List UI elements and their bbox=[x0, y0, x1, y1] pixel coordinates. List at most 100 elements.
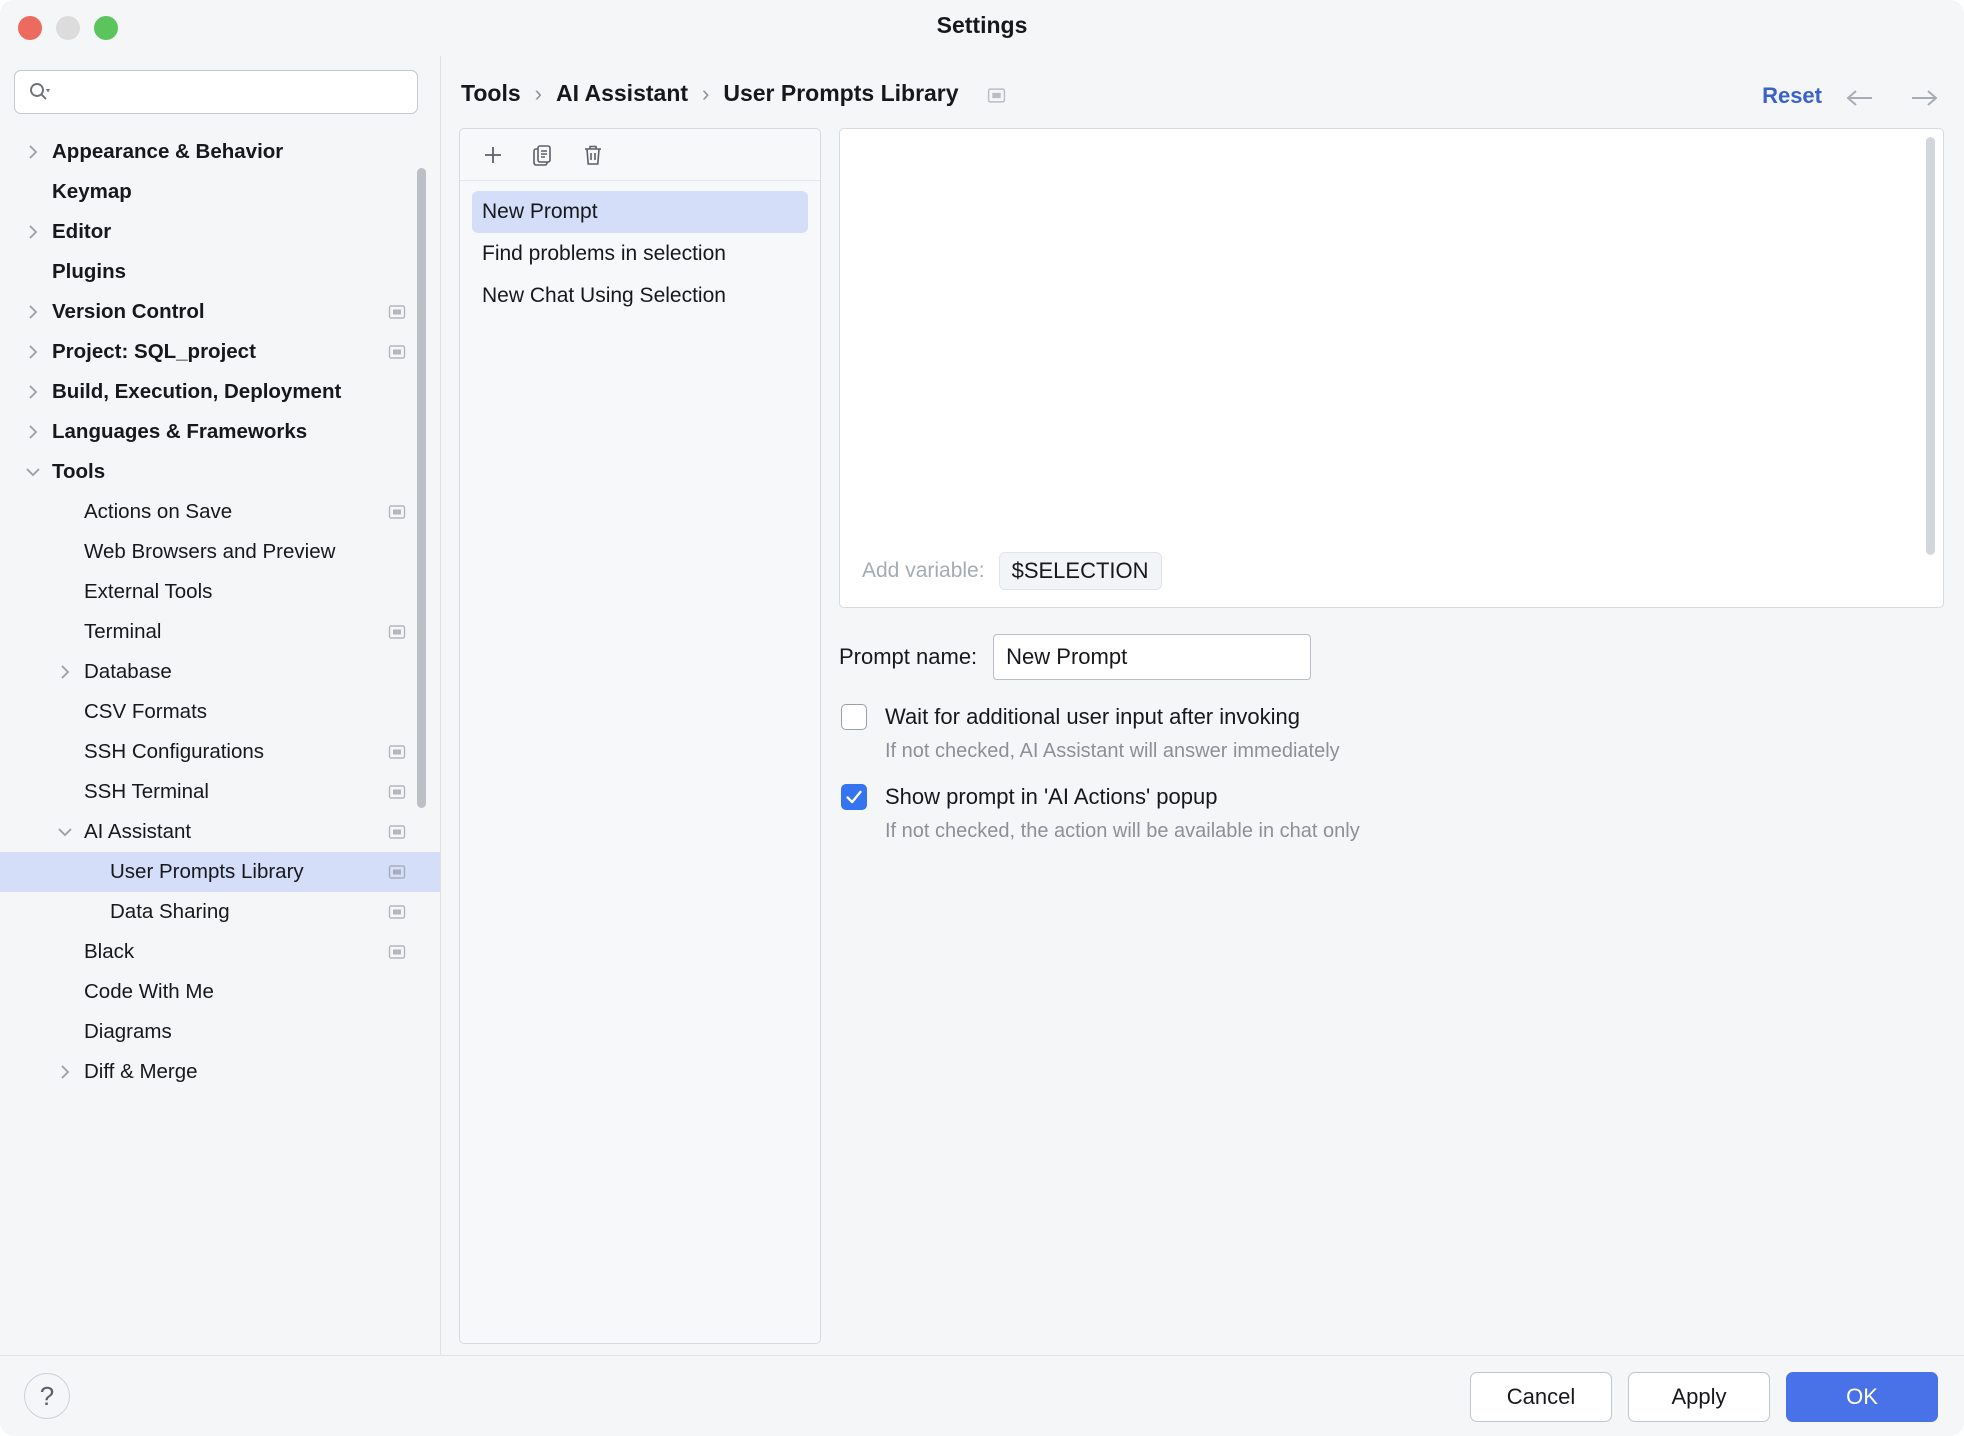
sidebar-item-code-with-me[interactable]: Code With Me bbox=[0, 972, 440, 1012]
chevron-down-icon[interactable] bbox=[54, 821, 76, 843]
wait-for-input-option: Wait for additional user input after inv… bbox=[841, 704, 1340, 763]
sidebar-item-build-execution-deployment[interactable]: Build, Execution, Deployment bbox=[0, 372, 440, 412]
add-prompt-button[interactable] bbox=[478, 140, 508, 170]
chevron-right-icon[interactable] bbox=[22, 421, 44, 443]
sidebar-item-label: Editor bbox=[52, 220, 112, 243]
list-item[interactable]: Find problems in selection bbox=[472, 233, 808, 275]
chevron-right-icon[interactable] bbox=[22, 381, 44, 403]
list-item-label: Find problems in selection bbox=[482, 242, 726, 265]
sidebar-item-web-browsers-and-preview[interactable]: Web Browsers and Preview bbox=[0, 532, 440, 572]
project-scope-icon bbox=[388, 623, 406, 641]
apply-button[interactable]: Apply bbox=[1628, 1372, 1770, 1422]
project-scope-icon bbox=[388, 303, 406, 321]
editor-scrollbar[interactable] bbox=[1926, 137, 1935, 555]
sidebar-item-label: Black bbox=[84, 940, 135, 963]
sidebar-item-diff-merge[interactable]: Diff & Merge bbox=[0, 1052, 440, 1092]
chevron-right-icon[interactable] bbox=[54, 661, 76, 683]
sidebar-item-label: SSH Configurations bbox=[84, 740, 265, 763]
sidebar-item-actions-on-save[interactable]: Actions on Save bbox=[0, 492, 440, 532]
help-button[interactable]: ? bbox=[24, 1373, 70, 1419]
breadcrumb-item-ai-assistant[interactable]: AI Assistant bbox=[556, 80, 688, 107]
sidebar-item-label: Version Control bbox=[52, 300, 205, 323]
sidebar-item-languages-frameworks[interactable]: Languages & Frameworks bbox=[0, 412, 440, 452]
chevron-right-icon[interactable] bbox=[22, 341, 44, 363]
reset-link[interactable]: Reset bbox=[1762, 83, 1822, 109]
dialog-footer: ? Cancel Apply OK bbox=[0, 1356, 1964, 1436]
sidebar-item-terminal[interactable]: Terminal bbox=[0, 612, 440, 652]
list-item[interactable]: New Chat Using Selection bbox=[472, 275, 808, 317]
search-icon bbox=[27, 80, 51, 104]
sidebar-item-tools[interactable]: Tools bbox=[0, 452, 440, 492]
project-scope-icon bbox=[388, 743, 406, 761]
prompt-list[interactable]: New Prompt Find problems in selection New … bbox=[460, 181, 820, 317]
prompt-name-row: Prompt name: bbox=[839, 634, 1312, 680]
show-in-popup-hint: If not checked, the action will be avail… bbox=[885, 820, 1360, 842]
prompt-name-input[interactable] bbox=[993, 634, 1312, 680]
sidebar-item-label: Tools bbox=[52, 460, 106, 483]
sidebar-item-version-control[interactable]: Version Control bbox=[0, 292, 440, 332]
wait-for-input-hint: If not checked, AI Assistant will answer… bbox=[885, 740, 1340, 762]
dialog-buttons: Cancel Apply OK bbox=[1470, 1372, 1938, 1422]
search-box[interactable] bbox=[14, 70, 418, 114]
wait-for-input-label: Wait for additional user input after inv… bbox=[885, 704, 1300, 729]
show-in-popup-checkbox[interactable] bbox=[841, 784, 867, 810]
selection-variable-chip[interactable]: $SELECTION bbox=[998, 552, 1162, 590]
chevron-right-icon[interactable] bbox=[22, 141, 44, 163]
project-scope-icon bbox=[388, 783, 406, 801]
chevron-right-icon[interactable] bbox=[54, 1061, 76, 1083]
project-scope-icon bbox=[388, 503, 406, 521]
chevron-down-icon[interactable] bbox=[22, 461, 44, 483]
delete-prompt-button[interactable] bbox=[578, 140, 608, 170]
sidebar-item-label: Code With Me bbox=[84, 980, 214, 1003]
sidebar-item-ai-assistant[interactable]: AI Assistant bbox=[0, 812, 440, 852]
sidebar-item-label: Terminal bbox=[84, 620, 162, 643]
sidebar-item-external-tools[interactable]: External Tools bbox=[0, 572, 440, 612]
sidebar-item-plugins[interactable]: Plugins bbox=[0, 252, 440, 292]
sidebar-item-database[interactable]: Database bbox=[0, 652, 440, 692]
add-variable-label: Add variable: bbox=[862, 559, 985, 582]
sidebar-item-project-sql-project[interactable]: Project: SQL_project bbox=[0, 332, 440, 372]
show-in-popup-label: Show prompt in 'AI Actions' popup bbox=[885, 784, 1218, 809]
ok-button[interactable]: OK bbox=[1786, 1372, 1938, 1422]
list-item[interactable]: New Prompt bbox=[472, 191, 808, 233]
page-title: Settings bbox=[936, 12, 1028, 38]
sidebar-item-user-prompts-library[interactable]: User Prompts Library bbox=[0, 852, 440, 892]
sidebar-item-label: Languages & Frameworks bbox=[52, 420, 308, 443]
sidebar-item-label: Web Browsers and Preview bbox=[84, 540, 336, 563]
sidebar-item-black[interactable]: Black bbox=[0, 932, 440, 972]
duplicate-prompt-button[interactable] bbox=[528, 140, 558, 170]
search-input[interactable] bbox=[57, 81, 405, 103]
sidebar-item-data-sharing[interactable]: Data Sharing bbox=[0, 892, 440, 932]
sidebar-item-keymap[interactable]: Keymap bbox=[0, 172, 440, 212]
project-scope-icon bbox=[388, 343, 406, 361]
breadcrumb-separator: › bbox=[702, 80, 710, 106]
breadcrumb-item-user-prompts-library: User Prompts Library bbox=[723, 80, 959, 106]
sidebar-item-label: Keymap bbox=[52, 180, 132, 203]
sidebar-item-label: Diagrams bbox=[84, 1020, 172, 1043]
project-scope-icon bbox=[388, 943, 406, 961]
breadcrumb-item-tools[interactable]: Tools bbox=[461, 80, 521, 107]
settings-sidebar: Appearance & Behavior Keymap Editor Plugins… bbox=[0, 56, 440, 1356]
cancel-button[interactable]: Cancel bbox=[1470, 1372, 1612, 1422]
sidebar-item-label: Diff & Merge bbox=[84, 1060, 198, 1083]
breadcrumb-separator: › bbox=[534, 80, 542, 106]
sidebar-item-appearance-behavior[interactable]: Appearance & Behavior bbox=[0, 132, 440, 172]
search-area bbox=[0, 56, 440, 114]
list-item-label: New Chat Using Selection bbox=[482, 284, 726, 307]
wait-for-input-checkbox[interactable] bbox=[841, 704, 867, 730]
chevron-right-icon[interactable] bbox=[22, 221, 44, 243]
sidebar-item-diagrams[interactable]: Diagrams bbox=[0, 1012, 440, 1052]
sidebar-item-ssh-terminal[interactable]: SSH Terminal bbox=[0, 772, 440, 812]
settings-tree[interactable]: Appearance & Behavior Keymap Editor Plugins… bbox=[0, 132, 440, 1356]
sidebar-item-editor[interactable]: Editor bbox=[0, 212, 440, 252]
arrow-left-icon[interactable] bbox=[1844, 84, 1878, 112]
settings-detail-pane: Tools › AI Assistant › User Prompts Library … bbox=[441, 56, 1964, 1356]
sidebar-item-csv-formats[interactable]: CSV Formats bbox=[0, 692, 440, 732]
prompt-text-area[interactable] bbox=[850, 137, 1913, 543]
list-item-label: New Prompt bbox=[482, 200, 598, 223]
title-bar: Settings bbox=[0, 0, 1964, 56]
arrow-right-icon[interactable] bbox=[1906, 84, 1940, 112]
project-scope-icon bbox=[388, 863, 406, 881]
chevron-right-icon[interactable] bbox=[22, 301, 44, 323]
sidebar-item-ssh-configurations[interactable]: SSH Configurations bbox=[0, 732, 440, 772]
